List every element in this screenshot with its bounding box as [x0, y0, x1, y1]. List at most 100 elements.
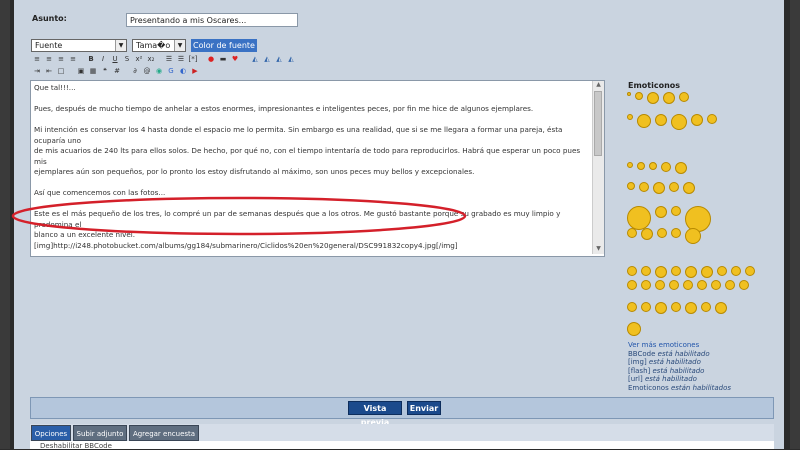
- emoticon-icon[interactable]: [671, 206, 681, 216]
- emoticon-icon[interactable]: [627, 280, 637, 290]
- emoticon-icon[interactable]: [635, 92, 643, 100]
- emoticon-icon[interactable]: [627, 228, 637, 238]
- emoticon-icon[interactable]: [637, 162, 645, 170]
- emoticon-icon[interactable]: [671, 266, 681, 276]
- emoticon-icon[interactable]: [627, 302, 637, 312]
- emoticon-icon[interactable]: [655, 280, 665, 290]
- stop-icon[interactable]: ●: [206, 54, 216, 64]
- size-select[interactable]: Tama�o ▼: [132, 39, 186, 52]
- underline-icon[interactable]: U: [110, 54, 120, 64]
- align-left-icon[interactable]: ≡: [32, 54, 42, 64]
- translate-icon[interactable]: ◐: [178, 66, 188, 76]
- emoticon-icon[interactable]: [655, 114, 667, 126]
- emoticon-icon[interactable]: [655, 206, 667, 218]
- emoticon-icon[interactable]: [683, 280, 693, 290]
- emoticon-icon[interactable]: [647, 92, 659, 104]
- align-tool-2-icon[interactable]: ◭: [262, 54, 272, 64]
- emoticon-icon[interactable]: [731, 266, 741, 276]
- emoticon-icon[interactable]: [655, 302, 667, 314]
- align-center-icon[interactable]: ≡: [44, 54, 54, 64]
- emoticon-icon[interactable]: [685, 302, 697, 314]
- align-right-icon[interactable]: ≡: [56, 54, 66, 64]
- emoticon-icon[interactable]: [685, 266, 697, 278]
- emoticon-icon[interactable]: [745, 266, 755, 276]
- scroll-down-icon[interactable]: ▼: [593, 245, 604, 254]
- emoticon-icon[interactable]: [627, 206, 651, 230]
- emoticon-icon[interactable]: [653, 182, 665, 194]
- align-tool-3-icon[interactable]: ◭: [274, 54, 284, 64]
- bullet-list-icon[interactable]: ☰: [164, 54, 174, 64]
- emoticon-icon[interactable]: [655, 266, 667, 278]
- emoticon-icon[interactable]: [641, 280, 651, 290]
- emoticon-icon[interactable]: [671, 302, 681, 312]
- emoticon-icon[interactable]: [715, 302, 727, 314]
- emoticon-icon[interactable]: [649, 162, 657, 170]
- message-textarea[interactable]: Que tal!!!... Pues, después de mucho tiem…: [30, 80, 605, 257]
- preview-button[interactable]: Vista previa: [348, 401, 402, 427]
- emoticon-icon[interactable]: [627, 266, 637, 276]
- tab-options[interactable]: Opciones: [31, 425, 71, 441]
- outdent-icon[interactable]: ⇤: [44, 66, 54, 76]
- emoticon-icon[interactable]: [627, 182, 635, 190]
- emoticon-icon[interactable]: [641, 228, 653, 240]
- youtube-icon[interactable]: ▶: [190, 66, 200, 76]
- emoticon-icon[interactable]: [691, 114, 703, 126]
- bold-icon[interactable]: B: [86, 54, 96, 64]
- google-icon[interactable]: G: [166, 66, 176, 76]
- italic-icon[interactable]: I: [98, 54, 108, 64]
- box-icon[interactable]: □: [56, 66, 66, 76]
- globe-icon[interactable]: ◉: [154, 66, 164, 76]
- emoticon-icon[interactable]: [701, 266, 713, 278]
- emoticon-icon[interactable]: [739, 280, 749, 290]
- emoticon-icon[interactable]: [683, 182, 695, 194]
- emoticon-icon[interactable]: [627, 114, 633, 120]
- emoticon-icon[interactable]: [725, 280, 735, 290]
- tab-upload-attachment[interactable]: Subir adjunto: [73, 425, 127, 441]
- emoticon-icon[interactable]: [679, 92, 689, 102]
- emoticon-icon[interactable]: [671, 228, 681, 238]
- emoticon-icon[interactable]: [717, 266, 727, 276]
- scrollbar-thumb[interactable]: [594, 91, 602, 156]
- strike-icon[interactable]: S: [122, 54, 132, 64]
- align-tool-1-icon[interactable]: ◭: [250, 54, 260, 64]
- emoticon-icon[interactable]: [657, 228, 667, 238]
- emoticon-icon[interactable]: [711, 280, 721, 290]
- list-item-icon[interactable]: [*]: [188, 54, 198, 64]
- code-icon[interactable]: #: [112, 66, 122, 76]
- emoticon-icon[interactable]: [669, 182, 679, 192]
- emoticon-icon[interactable]: [685, 228, 701, 244]
- align-tool-4-icon[interactable]: ◭: [286, 54, 296, 64]
- emoticon-icon[interactable]: [627, 92, 631, 96]
- emoticon-icon[interactable]: [637, 114, 651, 128]
- font-color-button[interactable]: Color de fuente: [191, 39, 257, 52]
- emoticon-icon[interactable]: [707, 114, 717, 124]
- indent-icon[interactable]: ⇥: [32, 66, 42, 76]
- superscript-icon[interactable]: x²: [134, 54, 144, 64]
- scroll-up-icon[interactable]: ▲: [593, 81, 604, 90]
- heart-icon[interactable]: ♥: [230, 54, 240, 64]
- flash-icon[interactable]: ▦: [88, 66, 98, 76]
- font-select[interactable]: Fuente ▼: [31, 39, 127, 52]
- subscript-icon[interactable]: x₂: [146, 54, 156, 64]
- subject-input[interactable]: Presentando a mis Oscares...: [126, 13, 298, 27]
- quote-icon[interactable]: ❝: [100, 66, 110, 76]
- number-list-icon[interactable]: ☰: [176, 54, 186, 64]
- emoticon-icon[interactable]: [641, 302, 651, 312]
- emoticon-icon[interactable]: [671, 114, 687, 130]
- link-icon[interactable]: ∂: [130, 66, 140, 76]
- more-emoticons-link[interactable]: Ver más emoticones: [628, 341, 731, 350]
- hr-icon[interactable]: ▬: [218, 54, 228, 64]
- emoticon-icon[interactable]: [627, 162, 633, 168]
- textarea-scrollbar[interactable]: ▲ ▼: [592, 81, 604, 254]
- submit-button[interactable]: Enviar: [407, 401, 441, 415]
- image-icon[interactable]: ▣: [76, 66, 86, 76]
- emoticon-icon[interactable]: [697, 280, 707, 290]
- justify-icon[interactable]: ≡: [68, 54, 78, 64]
- email-icon[interactable]: @: [142, 66, 152, 76]
- emoticon-icon[interactable]: [627, 322, 641, 336]
- emoticon-icon[interactable]: [701, 302, 711, 312]
- emoticon-icon[interactable]: [669, 280, 679, 290]
- emoticon-icon[interactable]: [641, 266, 651, 276]
- tab-add-poll[interactable]: Agregar encuesta: [129, 425, 199, 441]
- emoticon-icon[interactable]: [661, 162, 671, 172]
